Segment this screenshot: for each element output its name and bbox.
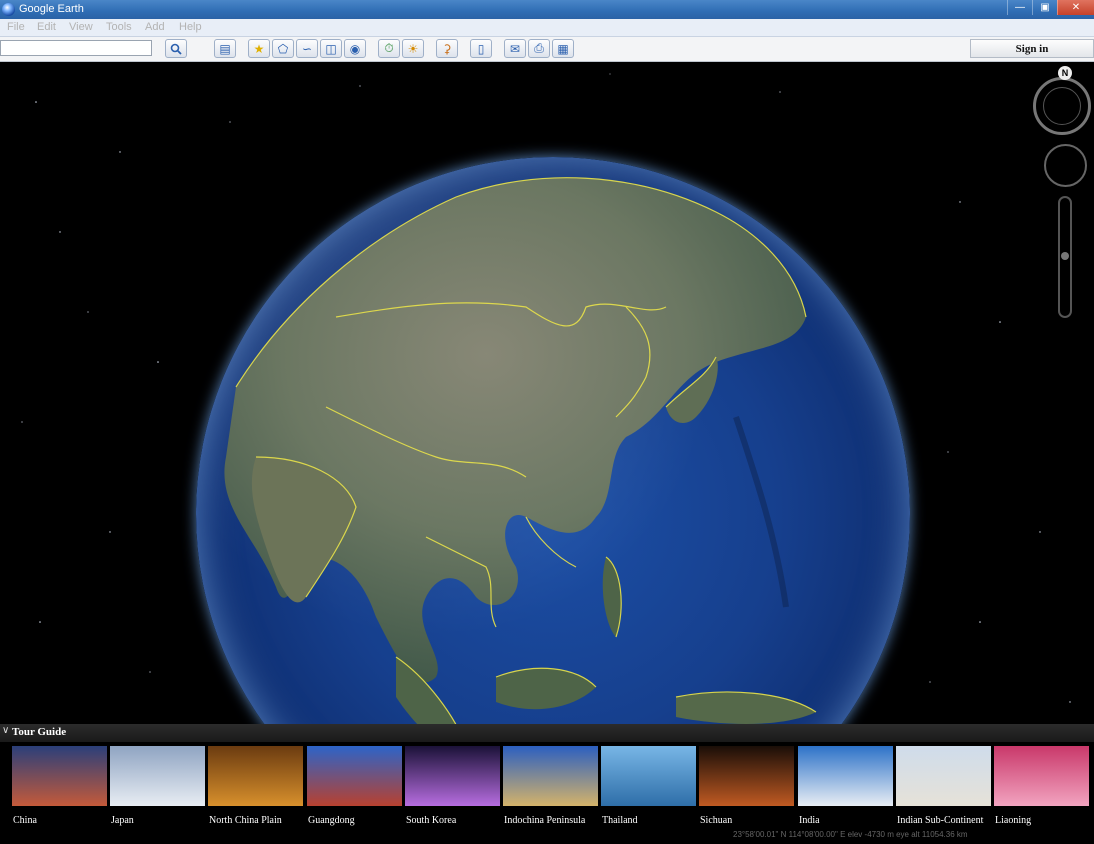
email-icon[interactable]: ✉: [504, 39, 526, 58]
tour-thumbnail[interactable]: [12, 746, 107, 806]
record-tour-icon[interactable]: ◉: [344, 39, 366, 58]
menu-help[interactable]: Help: [179, 21, 202, 33]
tour-thumbnail[interactable]: [307, 746, 402, 806]
google-earth-logo-icon: [2, 3, 15, 16]
switch-to-sky-icon[interactable]: ⚳: [436, 39, 458, 58]
print-icon[interactable]: ⎙: [528, 39, 550, 58]
tour-thumbnail-label[interactable]: Sichuan: [700, 815, 732, 826]
close-icon[interactable]: ✕: [1057, 0, 1094, 15]
tour-thumbnail-label[interactable]: India: [799, 815, 820, 826]
minimize-icon[interactable]: —: [1007, 0, 1032, 15]
menu-file[interactable]: File: [7, 21, 25, 33]
tour-thumbnail-label[interactable]: South Korea: [406, 815, 456, 826]
tour-thumbnail-label[interactable]: North China Plain: [209, 815, 282, 826]
tour-thumbnail-label[interactable]: Indian Sub-Continent: [897, 815, 983, 826]
menu-add[interactable]: Add: [145, 21, 165, 33]
status-bar: 23°58'00.01" N 114°08'00.00" E elev -473…: [733, 830, 968, 839]
menu-bar: File Edit View Tools Add Help: [0, 19, 1094, 37]
zoom-slider-knob[interactable]: [1061, 252, 1069, 260]
tour-thumbnail-label[interactable]: Japan: [111, 815, 134, 826]
tour-thumbnail[interactable]: [208, 746, 303, 806]
toolbar: ▤ ★ ⬠ ∽ ◫ ◉ ⏱ ☀ ⚳ ▯ ✉ ⎙ ▦ Sign in: [0, 37, 1094, 62]
tour-thumbnail[interactable]: [110, 746, 205, 806]
window-title: Google Earth: [19, 3, 84, 15]
tour-thumbnail[interactable]: [798, 746, 893, 806]
maximize-icon[interactable]: ▣: [1032, 0, 1057, 15]
ruler-icon[interactable]: ▯: [470, 39, 492, 58]
window-controls: — ▣ ✕: [1007, 0, 1094, 16]
north-indicator[interactable]: N: [1058, 66, 1072, 80]
tour-thumbnail-label[interactable]: Indochina Peninsula: [504, 815, 585, 826]
tour-thumbnail-label[interactable]: China: [13, 815, 37, 826]
add-placemark-icon[interactable]: ★: [248, 39, 270, 58]
tour-thumbnail-label[interactable]: Liaoning: [995, 815, 1031, 826]
add-image-overlay-icon[interactable]: ◫: [320, 39, 342, 58]
menu-tools[interactable]: Tools: [106, 21, 132, 33]
sidebar-toggle-icon[interactable]: ▤: [214, 39, 236, 58]
menu-view[interactable]: View: [69, 21, 93, 33]
look-joystick[interactable]: [1043, 87, 1081, 125]
menu-edit[interactable]: Edit: [37, 21, 56, 33]
save-image-icon[interactable]: ▦: [552, 39, 574, 58]
sign-in-button[interactable]: Sign in: [970, 39, 1094, 58]
historical-imagery-icon[interactable]: ⏱: [378, 39, 400, 58]
tour-thumbnail[interactable]: [896, 746, 991, 806]
tour-thumbnail[interactable]: [601, 746, 696, 806]
collapse-chevron-icon[interactable]: ∨: [2, 725, 9, 736]
move-joystick[interactable]: [1044, 144, 1087, 187]
tour-guide-header[interactable]: ∨ Tour Guide: [0, 724, 1094, 742]
search-button[interactable]: [165, 39, 187, 58]
add-path-icon[interactable]: ∽: [296, 39, 318, 58]
search-input[interactable]: [0, 40, 152, 56]
tour-thumbnail-label[interactable]: Thailand: [602, 815, 638, 826]
tour-thumbnail[interactable]: [405, 746, 500, 806]
add-polygon-icon[interactable]: ⬠: [272, 39, 294, 58]
magnifier-icon: [170, 43, 182, 55]
tour-thumbnail[interactable]: [503, 746, 598, 806]
sunlight-icon[interactable]: ☀: [402, 39, 424, 58]
tour-thumbnail[interactable]: [994, 746, 1089, 806]
title-bar: Google Earth — ▣ ✕: [0, 0, 1094, 19]
tour-guide-title: Tour Guide: [12, 726, 67, 738]
tour-thumbnail-label[interactable]: Guangdong: [308, 815, 355, 826]
tour-guide-panel: ∨ Tour Guide China Japan North China Plain…: [0, 724, 1094, 844]
tour-thumbnail[interactable]: [699, 746, 794, 806]
